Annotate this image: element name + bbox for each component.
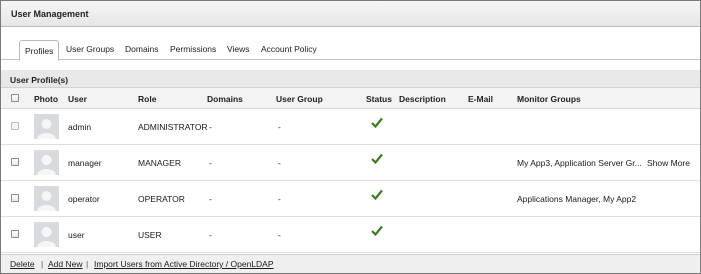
user-group: -: [278, 122, 281, 132]
table-footer: Delete | Add New | Import Users from Act…: [1, 254, 700, 273]
table-row: admin ADMINISTRATOR - -: [1, 109, 700, 145]
add-new-link[interactable]: Add New: [48, 259, 83, 269]
avatar: [34, 150, 59, 175]
user-name[interactable]: manager: [68, 158, 102, 168]
title-bar: User Management: [1, 1, 700, 27]
user-group: -: [278, 194, 281, 204]
monitor-groups: My App3, Application Server Gr...: [517, 158, 642, 168]
column-user[interactable]: User: [68, 94, 87, 104]
column-description: Description: [399, 94, 446, 104]
user-role: MANAGER: [138, 158, 181, 168]
table-row: user USER - -: [1, 217, 700, 253]
user-name[interactable]: user: [68, 230, 85, 240]
user-name[interactable]: admin: [68, 122, 91, 132]
column-monitor-groups: Monitor Groups: [517, 94, 581, 104]
tab-permissions[interactable]: Permissions: [170, 44, 216, 54]
user-domains: -: [209, 194, 212, 204]
check-icon: [371, 189, 383, 200]
user-role: USER: [138, 230, 162, 240]
avatar-placeholder-icon: [34, 150, 59, 175]
avatar-placeholder-icon: [34, 186, 59, 211]
row-checkbox[interactable]: [11, 194, 19, 202]
check-icon: [371, 225, 383, 236]
avatar-placeholder-icon: [34, 222, 59, 247]
user-name[interactable]: operator: [68, 194, 100, 204]
user-group: -: [278, 158, 281, 168]
table-header: Photo User Role Domains User Group Statu…: [1, 88, 700, 109]
import-users-link[interactable]: Import Users from Active Directory / Ope…: [94, 259, 274, 269]
table-row: operator OPERATOR - - Applications Manag…: [1, 181, 700, 217]
user-domains: -: [209, 122, 212, 132]
avatar: [34, 186, 59, 211]
show-more-link[interactable]: Show More: [647, 158, 690, 168]
check-icon: [371, 153, 383, 164]
tab-account-policy[interactable]: Account Policy: [261, 44, 317, 54]
avatar: [34, 222, 59, 247]
column-status: Status: [366, 94, 392, 104]
row-checkbox[interactable]: [11, 158, 19, 166]
column-role[interactable]: Role: [138, 94, 156, 104]
monitor-groups: Applications Manager, My App2: [517, 194, 637, 204]
user-role: OPERATOR: [138, 194, 185, 204]
column-email: E-Mail: [468, 94, 494, 104]
tab-views[interactable]: Views: [227, 44, 250, 54]
delete-link[interactable]: Delete: [10, 259, 35, 269]
tab-user-groups[interactable]: User Groups: [66, 44, 114, 54]
user-domains: -: [209, 158, 212, 168]
row-checkbox: [11, 122, 19, 130]
footer-separator: |: [41, 259, 44, 269]
column-photo: Photo: [34, 94, 59, 104]
row-checkbox[interactable]: [11, 230, 19, 238]
table-row: manager MANAGER - - My App3, Application…: [1, 145, 700, 181]
tab-domains[interactable]: Domains: [125, 44, 159, 54]
user-role: ADMINISTRATOR: [138, 122, 208, 132]
column-domains: Domains: [207, 94, 243, 104]
column-user-group: User Group: [276, 94, 323, 104]
section-title: User Profile(s): [10, 75, 69, 85]
avatar-placeholder-icon: [34, 114, 59, 139]
page-title: User Management: [11, 9, 89, 19]
tab-profiles[interactable]: Profiles: [19, 40, 60, 61]
user-group: -: [278, 230, 281, 240]
check-icon: [371, 117, 383, 128]
select-all-checkbox[interactable]: [11, 94, 19, 102]
avatar: [34, 114, 59, 139]
section-header: User Profile(s): [1, 70, 700, 88]
tab-bar: Profiles User Groups Domains Permissions…: [1, 38, 700, 61]
footer-separator: |: [86, 259, 89, 269]
user-domains: -: [209, 230, 212, 240]
